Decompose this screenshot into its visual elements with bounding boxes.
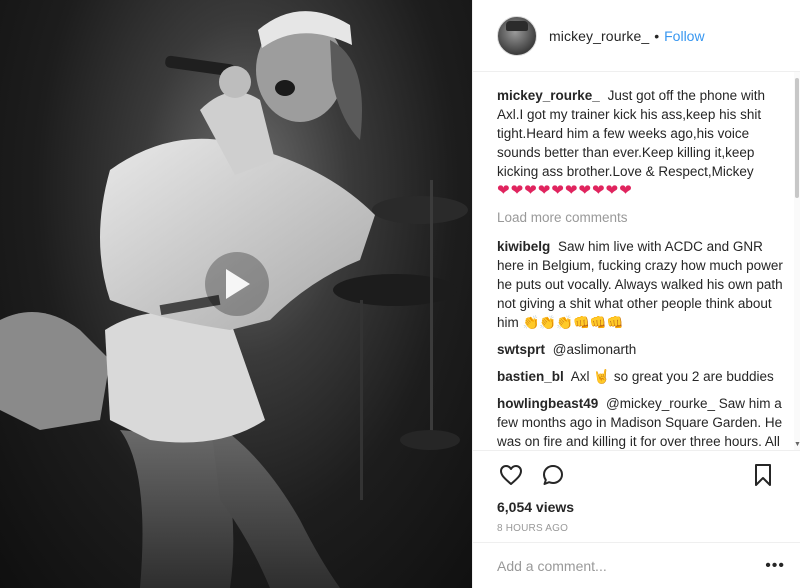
save-button[interactable] [749, 461, 777, 489]
speech-bubble-icon [543, 465, 563, 485]
load-more-comments-button[interactable]: Load more comments [497, 208, 783, 227]
comment-username[interactable]: swtsprt [497, 342, 545, 357]
comment-text[interactable]: @aslimonarth [553, 342, 637, 357]
post-media[interactable] [0, 0, 472, 588]
action-icons-row [497, 455, 777, 495]
bookmark-icon [755, 464, 771, 486]
comment-button[interactable] [539, 461, 567, 489]
list-item: swtsprt @aslimonarth [497, 340, 783, 359]
post-timestamp[interactable]: 8 HOURS AGO [497, 523, 777, 534]
list-item: kiwibelg Saw him live with ACDC and GNR … [497, 237, 783, 332]
view-count[interactable]: 6,054 views [497, 499, 777, 515]
comments-scrollbar[interactable]: ▼ [794, 72, 800, 450]
avatar[interactable] [497, 15, 537, 56]
play-button[interactable] [205, 252, 269, 316]
comment-text: Axl 🤘 so great you 2 are buddies [570, 369, 774, 384]
list-item: bastien_bl Axl 🤘 so great you 2 are budd… [497, 367, 783, 386]
scrollbar-thumb[interactable] [795, 78, 799, 198]
clap-emojis: 👏👏👏👊👊👊 [522, 315, 624, 330]
play-icon [226, 269, 250, 299]
separator-dot: • [654, 27, 660, 44]
comments-list[interactable]: mickey_rourke_ Just got off the phone wi… [473, 72, 800, 450]
add-comment-input[interactable] [497, 557, 766, 574]
comment-username[interactable]: howlingbeast49 [497, 396, 598, 411]
caption: mickey_rourke_ Just got off the phone wi… [497, 86, 783, 200]
like-button[interactable] [497, 461, 525, 489]
comment-username[interactable]: bastien_bl [497, 369, 564, 384]
comment-username[interactable]: mickey_rourke_ [497, 88, 600, 103]
list-item: howlingbeast49 @mickey_rourke_ Saw him a… [497, 394, 783, 450]
comment-composer: ••• [473, 542, 800, 588]
scroll-down-arrow-icon[interactable]: ▼ [794, 441, 800, 448]
heart-emojis: ❤❤❤❤❤❤❤❤❤❤ [497, 182, 633, 199]
comment-username[interactable]: kiwibelg [497, 239, 550, 254]
heart-outline-icon [500, 465, 522, 485]
post-header: mickey_rourke_ • Follow [473, 0, 800, 72]
author-username[interactable]: mickey_rourke_ [549, 28, 649, 44]
more-options-button[interactable]: ••• [765, 557, 785, 575]
follow-button[interactable]: Follow [664, 28, 704, 44]
post-sidebar: mickey_rourke_ • Follow mickey_rourke_ J… [472, 0, 800, 588]
